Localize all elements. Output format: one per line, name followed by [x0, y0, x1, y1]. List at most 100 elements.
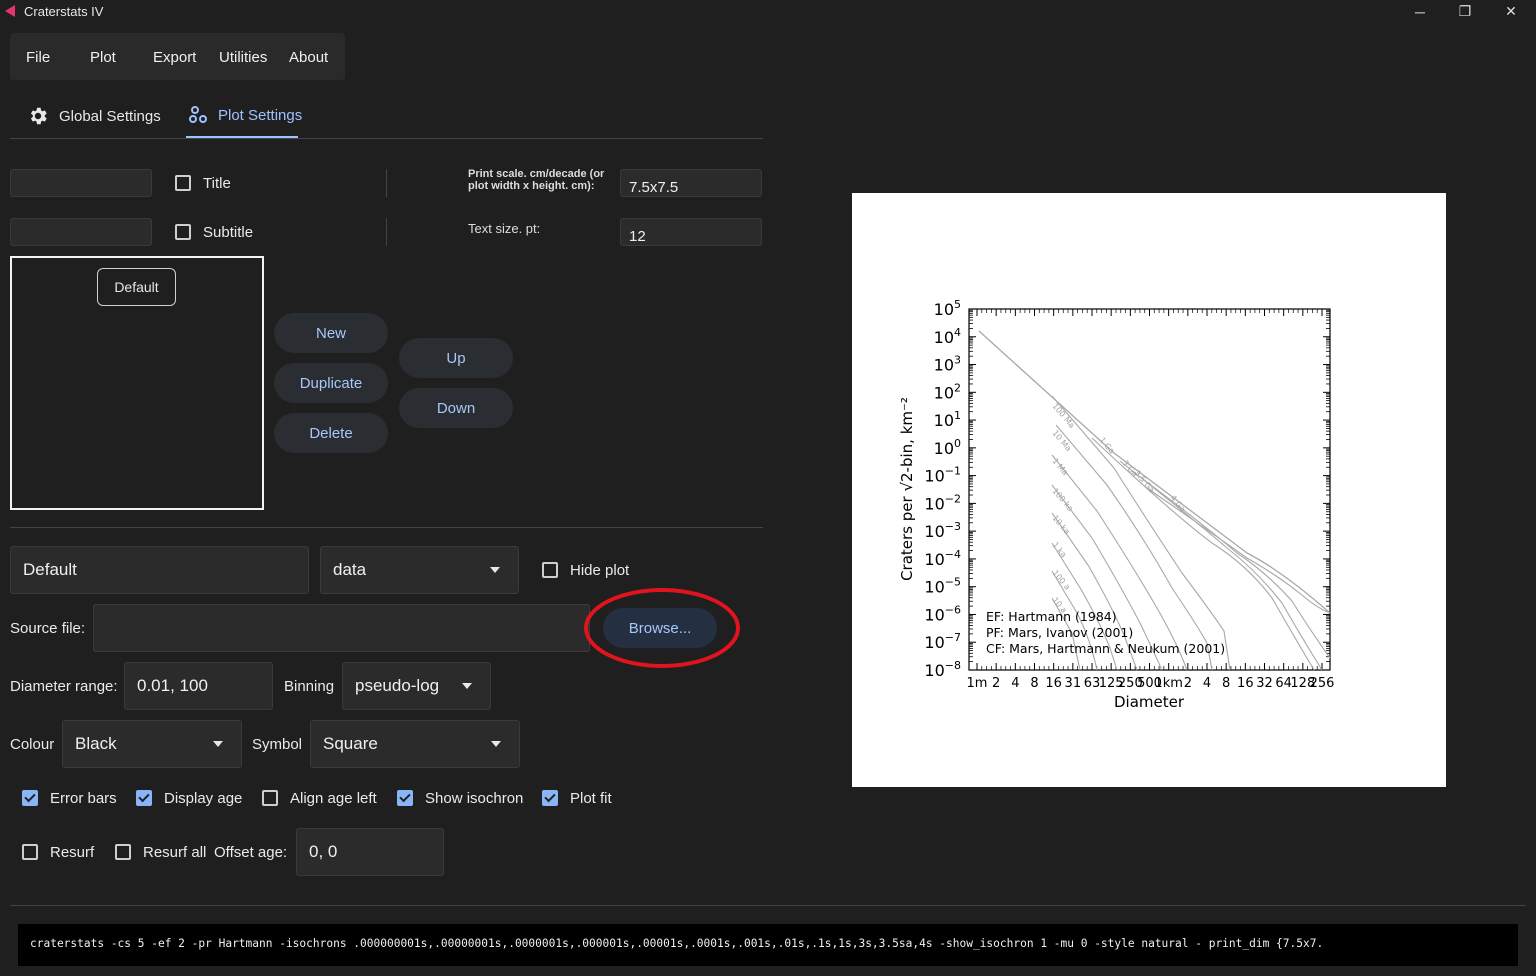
error-bars-checkbox[interactable] [22, 790, 38, 806]
chevron-down-icon [213, 741, 223, 747]
menu-file[interactable]: File [26, 49, 50, 66]
error-bars-label: Error bars [50, 790, 117, 807]
x-tick-label: 4 [1203, 676, 1211, 691]
y-tick-label: 10−1 [924, 465, 961, 486]
gear-icon [30, 107, 47, 125]
display-age-checkbox[interactable] [136, 790, 152, 806]
colour-label: Colour [10, 736, 55, 753]
resurf-label: Resurf [50, 844, 95, 861]
menu-plot[interactable]: Plot [90, 49, 116, 66]
x-tick-label: 8 [1030, 676, 1038, 691]
diameter-range-input[interactable]: 0.01, 100 [124, 662, 273, 710]
command-line-bar[interactable]: craterstats -cs 5 -ef 2 -pr Hartmann -is… [18, 924, 1518, 966]
plot-preview: 105 104 103 102 101 100 10−1 10−2 10−3 10−4 10−5 10… [852, 193, 1446, 787]
text-size-input[interactable]: 12 [620, 218, 762, 246]
binning-label: Binning [284, 678, 335, 695]
offset-age-input[interactable]: 0, 0 [296, 828, 444, 876]
title-bar [0, 0, 1536, 23]
plot-fit-label: Plot fit [570, 790, 612, 807]
menu-about[interactable]: About [289, 49, 328, 66]
x-tick-label: 1km [1154, 676, 1182, 691]
y-tick-label: 100 [934, 437, 961, 458]
x-tick-label: 2 [1184, 676, 1192, 691]
plot-fit-checkbox[interactable] [542, 790, 558, 806]
align-age-left-label: Align age left [290, 790, 377, 807]
down-button[interactable]: Down [399, 388, 513, 428]
resurf-checkbox[interactable] [22, 844, 38, 860]
isochron-curve [1131, 470, 1331, 659]
restore-button[interactable]: ❐ [1442, 0, 1488, 23]
tab-plot-settings[interactable]: Plot Settings [188, 105, 302, 125]
subtitle-checkbox-label: Subtitle [203, 224, 254, 241]
new-button[interactable]: New [274, 313, 388, 353]
print-scale-label: Print scale. cm/decade (or plot width x … [468, 168, 605, 192]
colour-value: Black [75, 734, 117, 753]
align-age-left-checkbox[interactable] [262, 790, 278, 806]
binning-select[interactable]: pseudo-log [342, 662, 491, 710]
tab-global-settings[interactable]: Global Settings [27, 105, 161, 127]
chevron-down-icon [462, 683, 472, 689]
subtitle-checkbox[interactable] [175, 224, 191, 240]
menu-export[interactable]: Export [153, 49, 196, 66]
minimize-button[interactable]: ─ [1397, 0, 1443, 23]
section-divider [10, 527, 763, 528]
y-tick-label: 10−2 [924, 492, 961, 513]
isochron-label: 1 ka [1050, 541, 1068, 560]
hide-plot-label: Hide plot [570, 562, 630, 579]
menu-utilities[interactable]: Utilities [219, 49, 267, 66]
y-tick-label: 10−3 [924, 520, 961, 541]
close-button[interactable]: ✕ [1488, 0, 1534, 23]
symbol-label: Symbol [252, 736, 303, 753]
display-age-label: Display age [164, 790, 243, 807]
y-tick-label: 102 [934, 381, 961, 402]
chevron-down-icon [490, 567, 500, 573]
command-divider [10, 905, 1526, 906]
duplicate-button[interactable]: Duplicate [274, 363, 388, 403]
y-tick-label: 101 [934, 409, 961, 430]
hide-plot-checkbox[interactable] [542, 562, 558, 578]
offset-age-label: Offset age: [214, 844, 288, 861]
colour-select[interactable]: Black [62, 720, 242, 768]
up-button[interactable]: Up [399, 338, 513, 378]
window-title: Craterstats IV [24, 4, 104, 19]
y-tick-label: 10−6 [924, 603, 961, 624]
divider [386, 218, 387, 246]
plot-type-select[interactable]: data [320, 546, 519, 594]
text-size-label: Text size. pt: [468, 221, 541, 236]
y-tick-label: 10−7 [924, 631, 961, 652]
title-input[interactable] [10, 169, 152, 197]
y-axis-label: Craters per √2-bin, km⁻² [898, 397, 916, 581]
x-tick-label: 16 [1045, 676, 1062, 691]
y-tick-label: 105 [934, 298, 961, 319]
isochron-label: 10 ka [1050, 514, 1071, 537]
x-tick-label: 16 [1237, 676, 1254, 691]
tab-plot-settings-label: Plot Settings [218, 106, 303, 124]
x-axis-label: Diameter [1114, 693, 1185, 711]
y-tick-label: 10−4 [924, 548, 961, 569]
symbol-value: Square [323, 734, 378, 753]
isochron-labels: 100 Ma10 Ma1 Ma100 ka10 ka1 ka100 a10 a1… [1050, 402, 1187, 615]
x-tick-label: 2 [992, 676, 1000, 691]
delete-button[interactable]: Delete [274, 413, 388, 453]
symbol-select[interactable]: Square [310, 720, 520, 768]
isochron-label: 100 ka [1050, 487, 1074, 514]
title-checkbox[interactable] [175, 175, 191, 191]
tab-global-settings-label: Global Settings [59, 107, 161, 125]
x-tick-label: 31 [1065, 676, 1082, 691]
x-tick-label: 256 [1310, 676, 1335, 691]
chevron-down-icon [491, 741, 501, 747]
plot-settings-icon [189, 106, 207, 123]
show-isochron-checkbox[interactable] [397, 790, 413, 806]
resurf-all-checkbox[interactable] [115, 844, 131, 860]
tabs-divider [10, 138, 763, 139]
crater-chart: 105 104 103 102 101 100 10−1 10−2 10−3 10−4 10−5 10… [898, 298, 1335, 711]
source-file-input[interactable] [93, 604, 590, 652]
plot-list-item[interactable]: Default [97, 268, 176, 306]
y-tick-label: 103 [934, 354, 961, 375]
y-tick-label: 104 [934, 326, 961, 347]
plot-name-input[interactable]: Default [10, 546, 309, 594]
isochron-curve [1146, 487, 1331, 614]
x-tick-label: 1m [967, 676, 988, 691]
subtitle-input[interactable] [10, 218, 152, 246]
print-scale-input[interactable]: 7.5x7.5 [620, 169, 762, 197]
